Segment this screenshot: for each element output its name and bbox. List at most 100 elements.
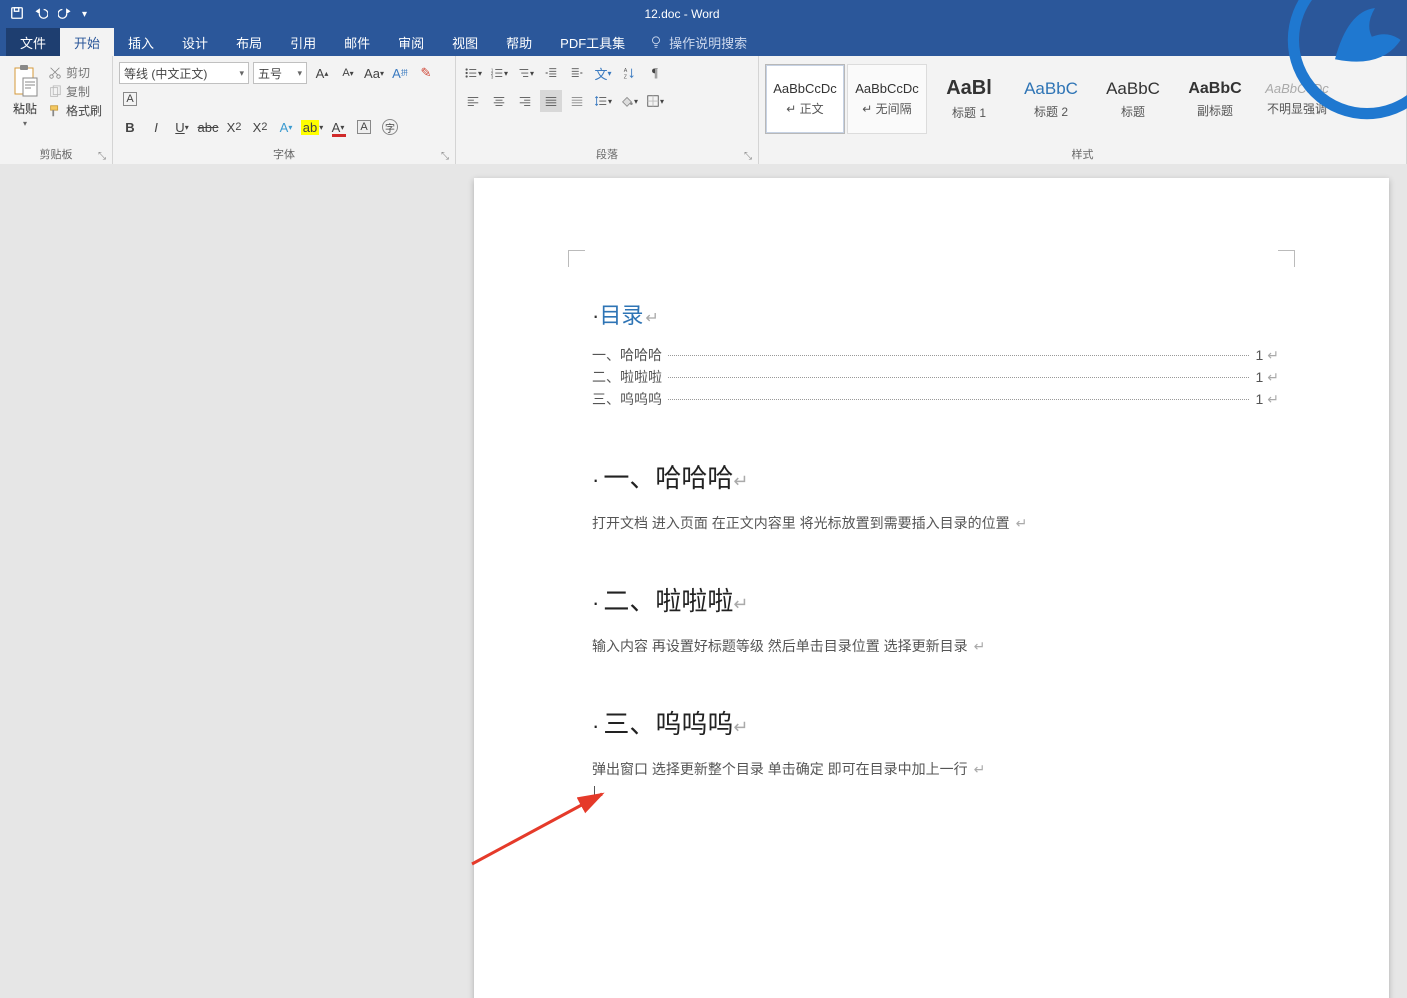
margin-corner-tr	[1278, 250, 1295, 267]
numbering-button[interactable]: 123▾	[488, 62, 510, 84]
clipboard-launcher-icon[interactable]: ⤡	[98, 151, 108, 161]
style-heading1[interactable]: AaBl 标题 1	[929, 64, 1009, 134]
tab-file[interactable]: 文件	[6, 28, 60, 56]
text-cursor	[592, 785, 1279, 803]
lightbulb-icon	[649, 35, 663, 49]
font-color-button[interactable]: A▾	[327, 116, 349, 138]
align-distributed-button[interactable]	[566, 90, 588, 112]
enclose-circle-button[interactable]: 字	[379, 116, 401, 138]
tab-review[interactable]: 审阅	[384, 28, 438, 56]
tab-mailings[interactable]: 邮件	[330, 28, 384, 56]
bullets-button[interactable]: ▾	[462, 62, 484, 84]
svg-text:A: A	[624, 68, 628, 74]
tab-references[interactable]: 引用	[276, 28, 330, 56]
group-font: 等线 (中文正文)▾ 五号▾ A▴ A▾ Aa▾ A拼 ✎ A B I U▾ a…	[113, 56, 456, 164]
margin-corner-tl	[568, 250, 585, 267]
style-title[interactable]: AaBbC 标题	[1093, 64, 1173, 134]
paragraph-launcher-icon[interactable]: ⤡	[744, 151, 754, 161]
shading-button[interactable]: ▾	[618, 90, 640, 112]
svg-text:3: 3	[491, 74, 494, 79]
toc-heading: ·目录↵	[592, 298, 1279, 330]
body-text: 弹出窗口 选择更新整个目录 单击确定 即可在目录中加上一行↵	[592, 759, 1279, 779]
phonetic-guide-button[interactable]: A拼	[389, 62, 411, 84]
group-clipboard: 粘贴 ▾ 剪切 复制 格式刷 剪贴板 ⤡	[0, 56, 113, 164]
heading-3: ·三、呜呜呜↵	[592, 704, 1279, 741]
align-right-button[interactable]	[514, 90, 536, 112]
corner-logo-icon	[1287, 0, 1407, 120]
heading-2: ·二、啦啦啦↵	[592, 581, 1279, 618]
show-marks-button[interactable]: ¶	[644, 62, 666, 84]
underline-button[interactable]: U▾	[171, 116, 193, 138]
ribbon-tabs: 文件 开始 插入 设计 布局 引用 邮件 审阅 视图 帮助 PDF工具集 操作说…	[0, 28, 1407, 56]
italic-button[interactable]: I	[145, 116, 167, 138]
toc-entry[interactable]: 三、呜呜呜1↵	[592, 388, 1279, 410]
multilevel-list-button[interactable]: ▾	[514, 62, 536, 84]
text-effects-button[interactable]: A▾	[275, 116, 297, 138]
align-justify-button[interactable]	[540, 90, 562, 112]
asian-layout-button[interactable]: 文▾	[592, 62, 614, 84]
format-painter-button[interactable]: 格式刷	[48, 102, 102, 119]
line-spacing-button[interactable]: ▾	[592, 90, 614, 112]
enclose-char-button[interactable]: A	[119, 88, 141, 110]
cut-button[interactable]: 剪切	[48, 64, 102, 81]
superscript-button[interactable]: X2	[249, 116, 271, 138]
style-no-spacing[interactable]: AaBbCcDc ↵ 无间隔	[847, 64, 927, 134]
font-launcher-icon[interactable]: ⤡	[441, 151, 451, 161]
copy-icon	[48, 85, 62, 99]
font-name-combo[interactable]: 等线 (中文正文)▾	[119, 62, 249, 84]
redo-icon[interactable]	[58, 6, 72, 23]
svg-text:Z: Z	[624, 74, 628, 80]
change-case-button[interactable]: Aa▾	[363, 62, 385, 84]
quick-access-toolbar: ▾	[0, 6, 97, 23]
ribbon: 粘贴 ▾ 剪切 复制 格式刷 剪贴板 ⤡	[0, 56, 1407, 165]
bold-button[interactable]: B	[119, 116, 141, 138]
style-normal[interactable]: AaBbCcDc ↵ 正文	[765, 64, 845, 134]
group-font-label: 字体	[113, 146, 455, 162]
scissors-icon	[48, 66, 62, 80]
grow-font-button[interactable]: A▴	[311, 62, 333, 84]
tab-home[interactable]: 开始	[60, 28, 114, 56]
tab-design[interactable]: 设计	[168, 28, 222, 56]
font-size-combo[interactable]: 五号▾	[253, 62, 307, 84]
document-content[interactable]: ·目录↵ 一、哈哈哈1↵ 二、啦啦啦1↵ 三、呜呜呜1↵ ·一、哈哈哈↵ 打开文…	[592, 298, 1279, 803]
save-icon[interactable]	[10, 6, 24, 23]
style-heading2[interactable]: AaBbC 标题 2	[1011, 64, 1091, 134]
tell-me-label: 操作说明搜索	[669, 33, 747, 52]
subscript-button[interactable]: X2	[223, 116, 245, 138]
title-bar: ▾ 12.doc - Word	[0, 0, 1407, 28]
tab-layout[interactable]: 布局	[222, 28, 276, 56]
tab-insert[interactable]: 插入	[114, 28, 168, 56]
paste-button[interactable]: 粘贴 ▾	[6, 64, 44, 128]
toc-entry[interactable]: 一、哈哈哈1↵	[592, 344, 1279, 366]
body-text: 输入内容 再设置好标题等级 然后单击目录位置 选择更新目录↵	[592, 636, 1279, 656]
align-left-button[interactable]	[462, 90, 484, 112]
copy-button[interactable]: 复制	[48, 83, 102, 100]
clear-formatting-button[interactable]: ✎	[415, 62, 437, 84]
tab-pdf[interactable]: PDF工具集	[546, 28, 639, 56]
char-shading-button[interactable]: A	[353, 116, 375, 138]
increase-indent-button[interactable]	[566, 62, 588, 84]
sort-button[interactable]: AZ	[618, 62, 640, 84]
window-title: 12.doc - Word	[97, 7, 1267, 21]
format-painter-icon	[48, 104, 62, 118]
align-center-button[interactable]	[488, 90, 510, 112]
shrink-font-button[interactable]: A▾	[337, 62, 359, 84]
strikethrough-button[interactable]: abc	[197, 116, 219, 138]
decrease-indent-button[interactable]	[540, 62, 562, 84]
qat-more-icon[interactable]: ▾	[82, 9, 87, 20]
body-text: 打开文档 进入页面 在正文内容里 将光标放置到需要插入目录的位置↵	[592, 513, 1279, 533]
group-paragraph-label: 段落	[456, 146, 758, 162]
highlight-color-button[interactable]: ab▾	[301, 116, 323, 138]
document-page[interactable]: ·目录↵ 一、哈哈哈1↵ 二、啦啦啦1↵ 三、呜呜呜1↵ ·一、哈哈哈↵ 打开文…	[474, 178, 1389, 998]
heading-1: ·一、哈哈哈↵	[592, 458, 1279, 495]
tab-view[interactable]: 视图	[438, 28, 492, 56]
tab-help[interactable]: 帮助	[492, 28, 546, 56]
document-area[interactable]: ·目录↵ 一、哈哈哈1↵ 二、啦啦啦1↵ 三、呜呜呜1↵ ·一、哈哈哈↵ 打开文…	[0, 164, 1407, 998]
tell-me-search[interactable]: 操作说明搜索	[639, 28, 757, 56]
style-subtitle[interactable]: AaBbC 副标题	[1175, 64, 1255, 134]
undo-icon[interactable]	[34, 6, 48, 23]
toc-entry[interactable]: 二、啦啦啦1↵	[592, 366, 1279, 388]
group-clipboard-label: 剪贴板	[0, 146, 112, 162]
group-styles-label: 样式	[759, 146, 1406, 162]
borders-button[interactable]: ▾	[644, 90, 666, 112]
